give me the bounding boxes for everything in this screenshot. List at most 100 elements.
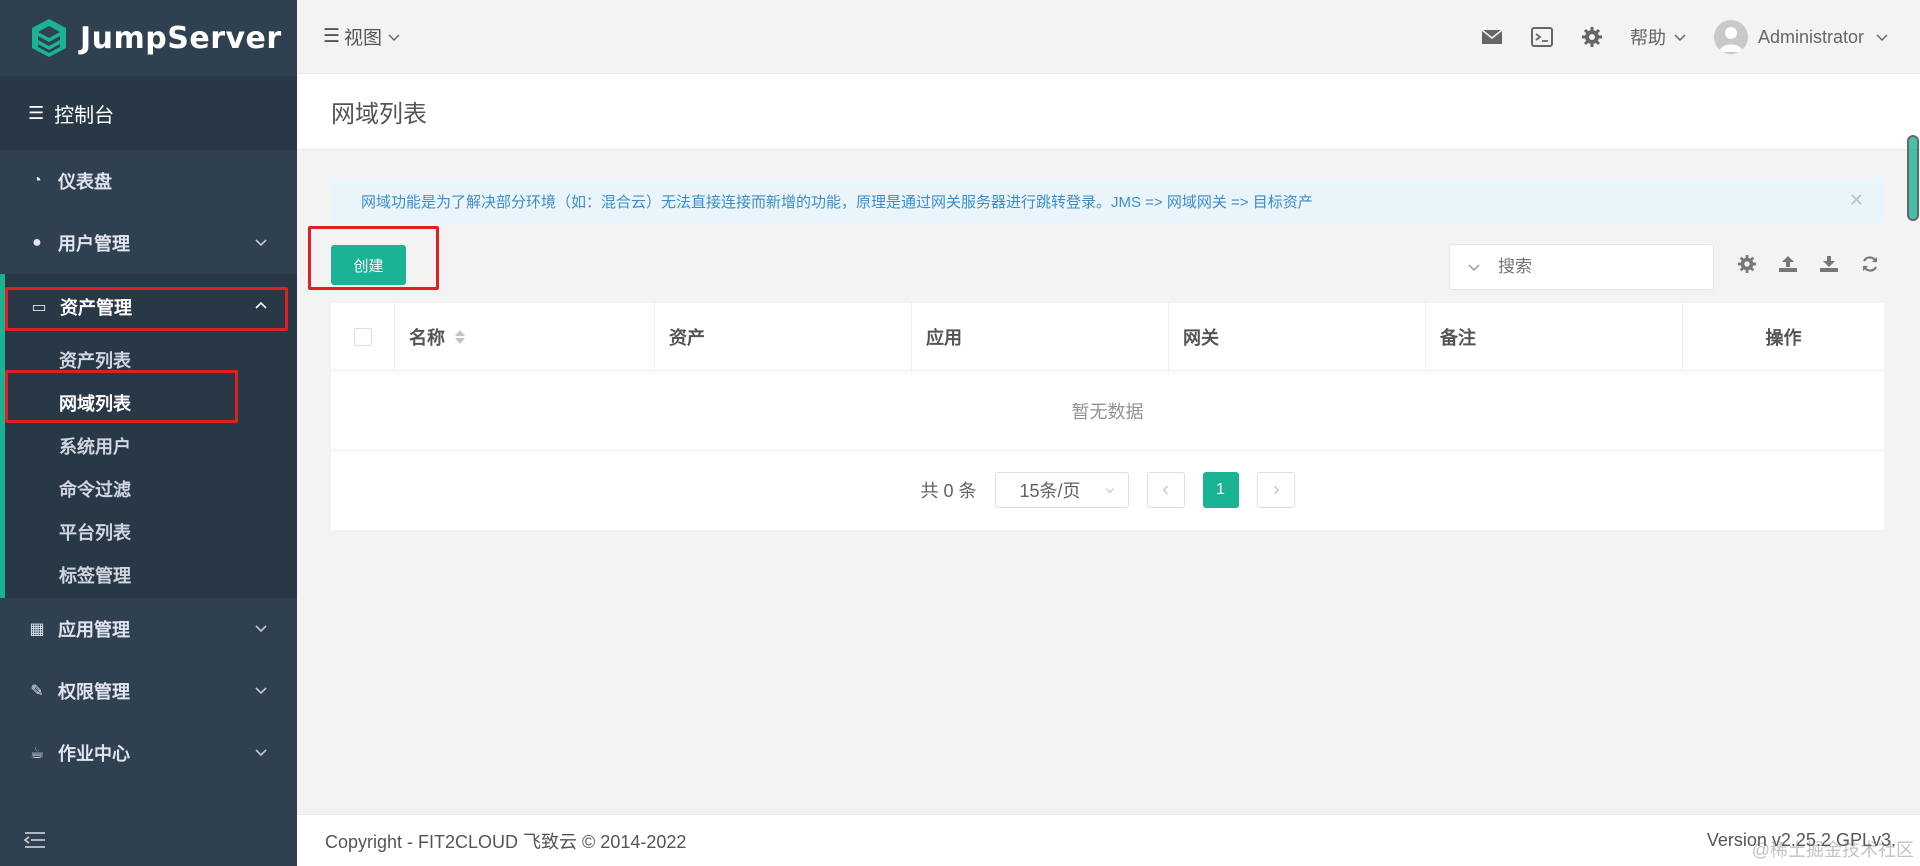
sidebar-item-label: 用户管理	[58, 234, 130, 254]
close-icon[interactable]: ✕	[1849, 190, 1864, 211]
chevron-down-icon	[1105, 488, 1114, 494]
users-icon: ●	[32, 234, 42, 251]
sidebar-item-label: 作业中心	[58, 744, 130, 764]
select-all-cell	[331, 303, 395, 370]
view-label: 视图	[344, 28, 383, 49]
alert-text: 网域功能是为了解决部分环境（如：混合云）无法直接连接而新增的功能，原理是通过网关…	[361, 193, 1313, 211]
terminal-icon[interactable]	[1530, 25, 1554, 49]
sliders-icon: ☰	[28, 102, 45, 123]
select-all-checkbox[interactable]	[353, 327, 372, 346]
sidebar-item-dashboard[interactable]: ◔ 仪表盘	[0, 150, 297, 212]
sidebar-subitem-system-users[interactable]: 系统用户	[5, 424, 297, 467]
collapse-menu-icon	[24, 832, 45, 848]
sidebar-subitem-platform-list[interactable]: 平台列表	[5, 510, 297, 553]
brand-name: JumpServer	[80, 20, 282, 56]
main-content: 网域功能是为了解决部分环境（如：混合云）无法直接连接而新增的功能，原理是通过网关…	[297, 150, 1920, 814]
sidebar-group-assets: ▭ 资产管理 资产列表 网域列表 系统用户 命令过滤 平台列表 标签管理	[0, 274, 297, 598]
column-header-assets: 资产	[655, 303, 912, 370]
user-name: Administrator	[1757, 26, 1864, 47]
sidebar-collapse-button[interactable]	[0, 814, 297, 866]
column-header-comment: 备注	[1426, 303, 1683, 370]
topbar-right: 帮助 Administrator	[1480, 0, 1890, 74]
chevron-up-icon	[255, 301, 267, 309]
sidebar-subitem-command-filter[interactable]: 命令过滤	[5, 467, 297, 510]
info-alert: 网域功能是为了解决部分环境（如：混合云）无法直接连接而新增的功能，原理是通过网关…	[331, 178, 1884, 224]
chevron-down-icon	[1876, 34, 1888, 42]
chevron-down-icon	[1468, 264, 1480, 272]
create-button[interactable]: 创建	[331, 245, 406, 285]
sidebar-item-label: 权限管理	[58, 682, 130, 702]
coffee-icon: ☕	[29, 745, 45, 762]
sidebar-item-label: 资产管理	[60, 298, 132, 318]
chevron-right-icon	[1273, 485, 1279, 495]
sidebar-item-users[interactable]: ● 用户管理	[0, 212, 297, 274]
chevron-down-icon	[255, 749, 267, 757]
sidebar-item-applications[interactable]: ▦ 应用管理	[0, 598, 297, 660]
chevron-down-icon	[255, 239, 267, 247]
refresh-icon[interactable]	[1860, 254, 1880, 274]
search-filter-dropdown[interactable]	[1450, 259, 1498, 275]
domain-table: 名称 资产 应用 网关 备注 操作 暂无数据 共 0 条 15条/页 1	[331, 303, 1884, 530]
mail-icon[interactable]	[1480, 25, 1504, 49]
page-title: 网域列表	[331, 101, 427, 128]
prev-page-button[interactable]	[1146, 472, 1185, 508]
upload-icon[interactable]	[1778, 254, 1798, 274]
page-header: 网域列表	[297, 74, 1920, 150]
view-menu-button[interactable]: ☰ 视图	[323, 23, 402, 50]
table-tools	[1737, 254, 1880, 274]
console-label: 控制台	[54, 104, 115, 127]
logo[interactable]: JumpServer	[0, 0, 297, 76]
search-box	[1449, 244, 1714, 290]
jumpserver-logo-icon	[32, 19, 66, 57]
sidebar-item-permissions[interactable]: ✎ 权限管理	[0, 660, 297, 722]
search-input[interactable]	[1498, 257, 1698, 277]
hdd-icon: ▭	[31, 299, 47, 316]
next-page-button[interactable]	[1256, 472, 1295, 508]
chevron-down-icon	[388, 33, 400, 41]
help-label: 帮助	[1629, 28, 1666, 48]
help-menu[interactable]: 帮助	[1630, 24, 1688, 50]
column-header-actions: 操作	[1765, 327, 1802, 348]
console-switch[interactable]: ☰ 控制台	[0, 76, 297, 150]
sidebar-item-label: 仪表盘	[58, 172, 112, 192]
page-size-value: 15条/页	[1019, 481, 1081, 501]
scrollbar-thumb[interactable]	[1907, 135, 1919, 221]
chevron-left-icon	[1162, 485, 1168, 495]
download-icon[interactable]	[1819, 254, 1839, 274]
topbar: ☰ 视图 帮助 Administrator	[297, 0, 1920, 74]
avatar	[1713, 20, 1748, 54]
sidebar-subitem-domain-list[interactable]: 网域列表	[5, 381, 297, 424]
sidebar: JumpServer ☰ 控制台 ◔ 仪表盘 ● 用户管理 ▭ 资产管理 资产列…	[0, 0, 297, 866]
copyright-text: Copyright - FIT2CLOUD 飞致云 © 2014-2022	[325, 831, 687, 852]
pagination: 共 0 条 15条/页 1	[331, 451, 1884, 529]
chevron-down-icon	[255, 625, 267, 633]
user-menu[interactable]: Administrator	[1713, 20, 1890, 54]
column-header-applications: 应用	[912, 303, 1169, 370]
grid-icon: ▦	[29, 621, 45, 638]
column-label: 名称	[409, 327, 445, 348]
page-size-select[interactable]: 15条/页	[994, 472, 1129, 508]
gear-icon[interactable]	[1580, 25, 1604, 49]
settings-icon[interactable]	[1737, 254, 1757, 274]
total-count: 共 0 条	[920, 481, 977, 501]
sidebar-nav: ◔ 仪表盘 ● 用户管理 ▭ 资产管理 资产列表 网域列表 系统用户 命令过滤 …	[0, 150, 297, 814]
page-scrollbar[interactable]	[1906, 130, 1920, 226]
sidebar-item-jobs[interactable]: ☕ 作业中心	[0, 722, 297, 784]
empty-state: 暂无数据	[331, 371, 1884, 451]
dashboard-icon: ◔	[32, 172, 42, 189]
table-header: 名称 资产 应用 网关 备注 操作	[331, 303, 1884, 371]
watermark: @稀土掘金技术社区	[1751, 840, 1914, 860]
sidebar-item-assets[interactable]: ▭ 资产管理	[5, 276, 297, 338]
edit-icon: ✎	[30, 683, 44, 700]
footer: Copyright - FIT2CLOUD 飞致云 © 2014-2022 Ve…	[297, 814, 1920, 866]
chevron-down-icon	[255, 687, 267, 695]
sidebar-item-label: 应用管理	[58, 620, 130, 640]
sidebar-subitem-asset-list[interactable]: 资产列表	[5, 338, 297, 381]
chevron-down-icon	[1674, 34, 1686, 42]
hamburger-icon: ☰	[323, 26, 341, 47]
column-header-gateways: 网关	[1169, 303, 1426, 370]
column-header-name[interactable]: 名称	[395, 303, 655, 370]
page-number[interactable]: 1	[1202, 472, 1239, 508]
sidebar-subitem-label-management[interactable]: 标签管理	[5, 553, 297, 596]
sort-icon[interactable]	[453, 328, 467, 346]
